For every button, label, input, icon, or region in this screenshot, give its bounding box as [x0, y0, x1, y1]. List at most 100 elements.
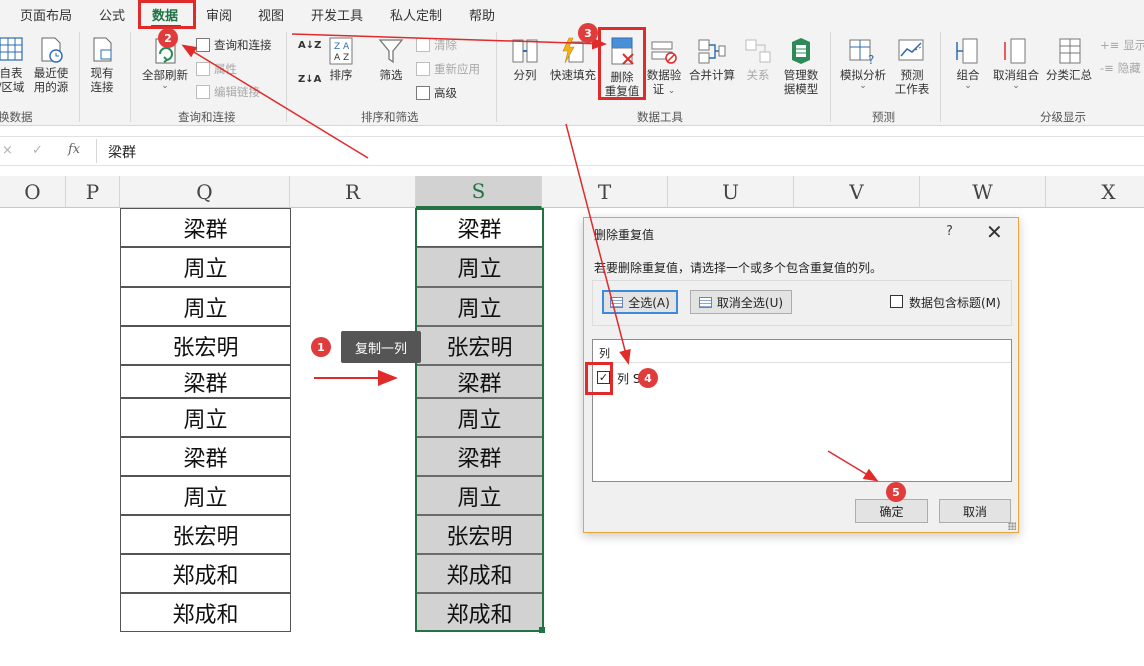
cell-s[interactable]: 郑成和: [416, 554, 543, 593]
relationships-button[interactable]: 关系: [742, 36, 774, 82]
hide-detail-button[interactable]: -≡ 隐藏: [1100, 60, 1141, 76]
svg-text:Z A: Z A: [334, 42, 350, 52]
from-table-button[interactable]: 自表 /区域: [0, 36, 28, 94]
cell-q[interactable]: 梁群: [120, 208, 291, 247]
insert-function-icon[interactable]: fx: [68, 142, 80, 157]
edit-links-button[interactable]: 编辑链接: [196, 84, 260, 100]
show-detail-button[interactable]: +≡ 显示: [1100, 37, 1144, 53]
cell-q[interactable]: 张宏明: [120, 326, 291, 365]
what-if-analysis-button[interactable]: ? 模拟分析 ⌄: [836, 36, 890, 91]
cell-q[interactable]: 周立: [120, 398, 291, 437]
select-all-button[interactable]: 全选(A): [602, 290, 678, 314]
cell-s[interactable]: 郑成和: [416, 593, 543, 632]
edit-links-label: 编辑链接: [214, 85, 260, 99]
cell-q[interactable]: 梁群: [120, 365, 291, 398]
advanced-filter-icon: [416, 86, 430, 100]
column-header-v[interactable]: V: [794, 176, 920, 208]
column-header-s[interactable]: S: [416, 176, 542, 208]
relationships-icon: [745, 39, 771, 63]
text-to-columns-button[interactable]: 分列: [508, 36, 542, 82]
column-header-w[interactable]: W: [920, 176, 1046, 208]
cell-q[interactable]: 周立: [120, 287, 291, 326]
cell-s-active[interactable]: 梁群: [416, 208, 543, 247]
dialog-description: 若要删除重复值，请选择一个或多个包含重复值的列。: [594, 261, 883, 275]
formula-input[interactable]: 梁群: [108, 142, 136, 162]
advanced-filter-label: 高级: [434, 86, 457, 100]
cell-q[interactable]: 张宏明: [120, 515, 291, 554]
cell-q[interactable]: 郑成和: [120, 554, 291, 593]
enter-icon[interactable]: ✓: [32, 143, 43, 158]
cell-s[interactable]: 周立: [416, 476, 543, 515]
clear-filter-button[interactable]: 清除: [416, 37, 457, 53]
column-header-r[interactable]: R: [290, 176, 416, 208]
cell-s[interactable]: 周立: [416, 398, 543, 437]
columns-listbox[interactable]: 列 ✓ 列 S: [592, 339, 1012, 482]
column-header-x[interactable]: X: [1046, 176, 1144, 208]
column-s-checkbox[interactable]: ✓: [597, 371, 610, 384]
tab-developer[interactable]: 开发工具: [311, 5, 363, 24]
cell-s[interactable]: 梁群: [416, 437, 543, 476]
tab-help[interactable]: 帮助: [469, 5, 495, 24]
tab-custom[interactable]: 私人定制: [390, 5, 442, 24]
column-header-q[interactable]: Q: [120, 176, 290, 208]
tab-data[interactable]: 数据: [152, 5, 178, 24]
column-header-u[interactable]: U: [668, 176, 794, 208]
cell-q[interactable]: 周立: [120, 476, 291, 515]
consolidate-button[interactable]: 合并计算: [686, 36, 738, 82]
has-headers-checkbox[interactable]: [890, 295, 903, 308]
forecast-sheet-label-1: 预测: [900, 68, 924, 82]
queries-connections-button[interactable]: 查询和连接: [196, 37, 272, 53]
properties-button[interactable]: 属性: [196, 61, 237, 77]
what-if-icon: ?: [849, 39, 874, 66]
tab-formulas[interactable]: 公式: [99, 5, 125, 24]
column-header-o[interactable]: O: [0, 176, 66, 208]
unselect-all-button[interactable]: 取消全选(U): [690, 290, 792, 314]
sort-label: 排序: [329, 68, 353, 82]
cell-s[interactable]: 梁群: [416, 365, 543, 398]
filter-label: 筛选: [379, 68, 403, 82]
close-icon[interactable]: ✕: [986, 220, 1003, 244]
reapply-button[interactable]: 重新应用: [416, 61, 480, 77]
forecast-sheet-button[interactable]: 预测 工作表: [892, 36, 932, 96]
group-separator: [286, 32, 287, 122]
data-validation-label-1: 数据验: [646, 68, 682, 82]
cancel-button[interactable]: 取消: [939, 499, 1011, 523]
column-header-p[interactable]: P: [66, 176, 120, 208]
tab-view[interactable]: 视图: [258, 5, 284, 24]
cell-s[interactable]: 张宏明: [416, 515, 543, 554]
sort-descending-button[interactable]: Z↓A: [298, 74, 321, 85]
cell-s[interactable]: 周立: [416, 247, 543, 287]
ungroup-button[interactable]: 取消组合 ⌄: [990, 36, 1042, 91]
resize-grip[interactable]: [1008, 522, 1016, 530]
advanced-filter-button[interactable]: 高级: [416, 85, 457, 101]
chevron-down-icon: ⌄: [1012, 81, 1020, 91]
cell-q[interactable]: 郑成和: [120, 593, 291, 632]
group-separator: [940, 32, 941, 122]
recent-sources-label-2: 用的源: [33, 80, 69, 94]
sort-ascending-button[interactable]: A↓Z: [298, 40, 321, 51]
cell-s[interactable]: 周立: [416, 287, 543, 326]
existing-connections-button[interactable]: 现有 连接: [85, 36, 119, 94]
cancel-icon[interactable]: ×: [2, 143, 13, 158]
cell-q[interactable]: 梁群: [120, 437, 291, 476]
subtotal-button[interactable]: 分类汇总: [1044, 36, 1094, 82]
what-if-label: 模拟分析: [840, 68, 886, 82]
group-button[interactable]: 组合 ⌄: [948, 36, 988, 91]
fill-handle[interactable]: [539, 627, 545, 633]
tab-page-layout[interactable]: 页面布局: [20, 5, 72, 24]
cell-s[interactable]: 张宏明: [416, 326, 543, 365]
tab-review[interactable]: 审阅: [206, 5, 232, 24]
help-icon[interactable]: ?: [946, 224, 953, 239]
ok-button[interactable]: 确定: [855, 499, 928, 523]
data-validation-button[interactable]: 数据验 证 ⌄: [644, 36, 684, 98]
remove-duplicates-button[interactable]: 删除 重复值: [602, 36, 642, 98]
column-header-t[interactable]: T: [542, 176, 668, 208]
remove-duplicates-label-1: 删除: [610, 70, 634, 84]
cell-q[interactable]: 周立: [120, 247, 291, 287]
flash-fill-button[interactable]: 快速填充: [546, 36, 600, 82]
filter-button[interactable]: 筛选: [374, 36, 408, 82]
manage-data-model-button[interactable]: 管理数 据模型: [778, 36, 824, 96]
sort-button[interactable]: Z A A Z 排序: [324, 36, 358, 82]
divider: [96, 139, 97, 163]
recent-sources-button[interactable]: 最近使 用的源: [32, 36, 70, 94]
